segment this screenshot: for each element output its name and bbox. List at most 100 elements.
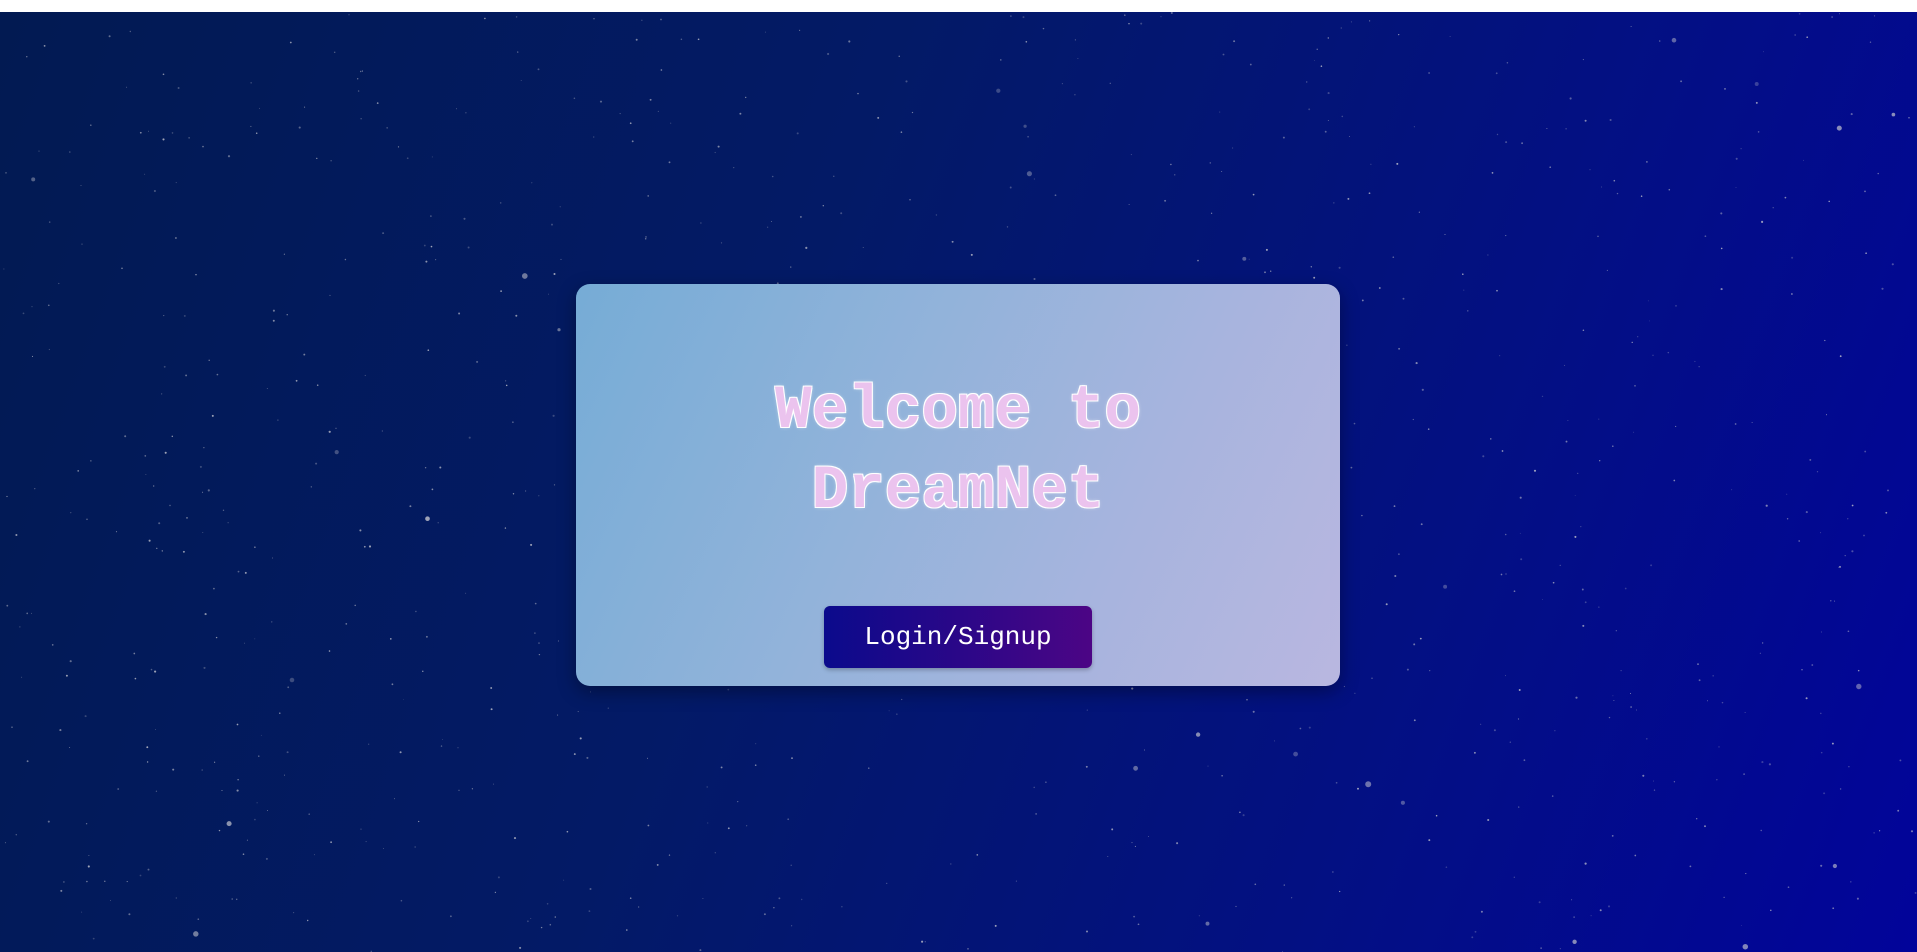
star [1740,925,1742,926]
star [1518,689,1521,691]
star [1599,909,1602,912]
star [515,314,518,317]
star [467,246,470,249]
star [1541,599,1543,600]
star [382,232,385,235]
star [348,14,350,16]
star [364,374,366,377]
star [139,874,142,877]
star [1273,740,1275,742]
star [1327,37,1330,39]
star [1500,573,1503,576]
star [566,830,569,833]
star [414,846,416,848]
star [1394,574,1397,578]
star [676,915,679,917]
star [1174,174,1176,176]
star [1109,82,1111,84]
star [51,644,54,646]
star [499,202,502,204]
star [1755,101,1758,104]
star [293,912,295,914]
star [1742,943,1749,950]
star [389,638,392,640]
star [65,674,68,677]
star [1850,113,1853,116]
star [1198,915,1200,917]
star [976,854,979,856]
star [260,734,262,736]
star [1332,871,1334,873]
star [144,173,146,175]
star [1584,601,1587,604]
star [1704,235,1707,238]
star [1706,700,1708,702]
star [26,56,28,58]
star [1538,901,1541,904]
star [513,837,517,840]
star [538,642,540,645]
star [361,70,363,72]
star [376,102,379,104]
star [1820,712,1822,715]
star [90,124,92,126]
star [85,823,88,825]
star [202,145,204,148]
star [134,677,137,680]
star [1487,818,1490,822]
star [110,900,112,901]
star [822,205,824,207]
star [81,911,83,913]
star [1546,128,1548,130]
star [1235,905,1237,908]
star [1392,256,1395,259]
star [1634,854,1637,857]
star [1864,450,1867,453]
star [394,798,396,800]
star [996,88,1001,93]
star [423,244,426,247]
star [1716,779,1718,781]
star [1335,781,1338,784]
star [699,949,702,952]
star [1616,192,1619,195]
star [1413,126,1415,128]
star [951,240,954,243]
star [1365,781,1372,788]
star [505,380,507,382]
star [1811,664,1814,666]
star [670,122,672,124]
star [1305,81,1308,83]
star [1599,460,1601,462]
star [857,92,859,95]
star [1033,786,1035,789]
star [163,315,165,317]
star [156,547,158,549]
star [203,447,205,449]
star [537,68,540,71]
star [124,435,127,438]
star [573,753,576,756]
star [625,929,628,931]
star [1724,88,1726,90]
star [727,827,730,830]
star [38,150,40,152]
star [631,140,634,143]
star [30,612,32,614]
star [1270,270,1272,272]
star [1371,677,1373,679]
star [1597,235,1599,238]
star [1521,142,1523,145]
star [1249,63,1252,66]
star [214,761,216,763]
star [1480,723,1482,725]
star [1794,34,1796,36]
star [1675,305,1677,307]
star [440,745,443,747]
star [888,710,890,712]
login-signup-button[interactable]: Login/Signup [824,606,1092,668]
star [43,44,46,47]
star [1575,696,1578,699]
star [1340,27,1342,29]
star [359,529,362,532]
